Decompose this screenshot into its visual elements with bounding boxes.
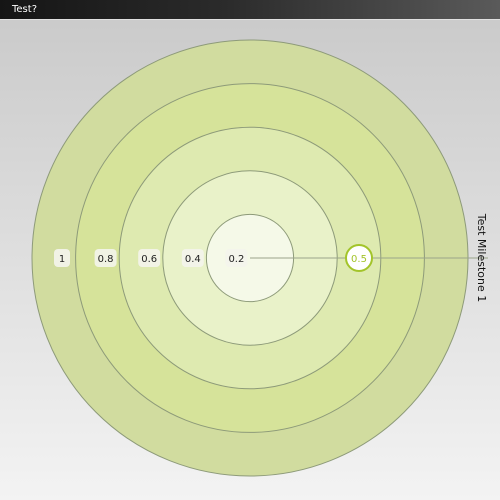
milestone-marker[interactable]: 0.5 xyxy=(345,244,373,272)
chart-area: 1 0.8 0.6 0.4 0.2 0.5 Test Milestone 1 xyxy=(0,20,500,500)
radial-chart: 1 0.8 0.6 0.4 0.2 0.5 Test Milestone 1 xyxy=(31,39,488,477)
milestone-value-label: 0.5 xyxy=(351,254,367,265)
axis-label-milestone: Test Milestone 1 xyxy=(475,213,488,303)
tick-label-text: 0.4 xyxy=(185,254,201,265)
tick-label-0.6: 0.6 xyxy=(138,249,161,267)
tick-label-0.8: 0.8 xyxy=(94,249,117,267)
window-title: Test? xyxy=(12,4,37,15)
tick-label-0.2: 0.2 xyxy=(225,249,248,267)
tick-label-text: 0.2 xyxy=(228,254,244,265)
tick-label-0.4: 0.4 xyxy=(181,249,204,267)
title-bar: Test? xyxy=(0,0,500,20)
tick-label-1: 1 xyxy=(54,249,70,267)
tick-label-text: 0.8 xyxy=(98,254,114,265)
tick-label-text: 1 xyxy=(59,254,65,265)
tick-label-text: 0.6 xyxy=(141,254,157,265)
